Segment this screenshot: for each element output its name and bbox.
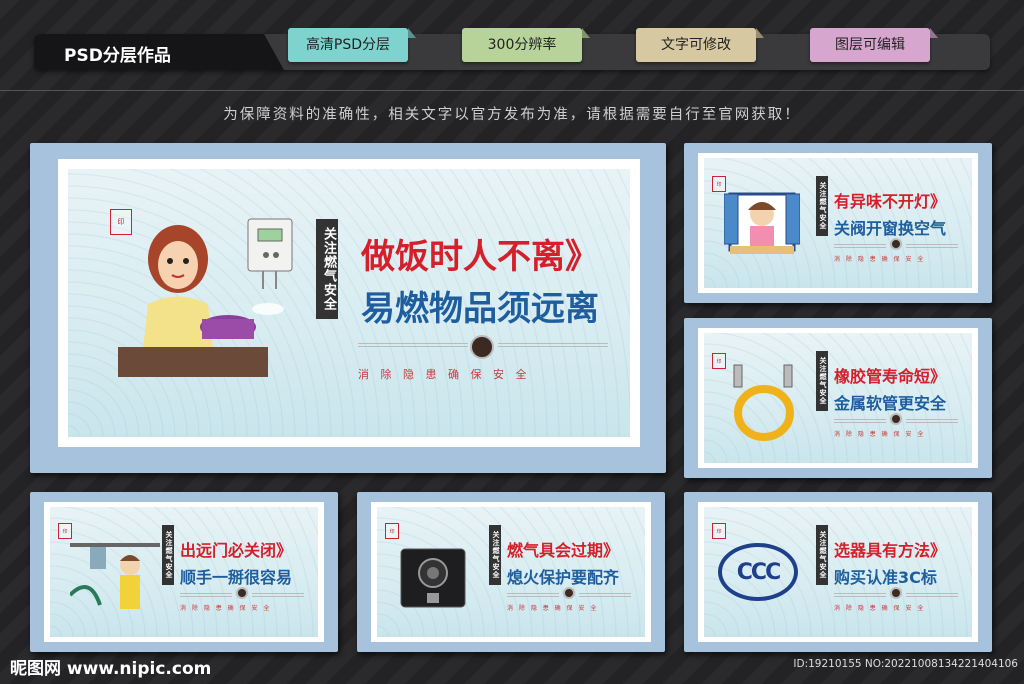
image-id: ID:19210155 NO:20221008134221404106 (793, 658, 1018, 670)
title-red: 燃气具会过期》 (507, 541, 620, 560)
deco-line-right (579, 593, 631, 597)
title-blue: 熄火保护要配齐 (507, 568, 620, 587)
emblem-icon (890, 587, 902, 599)
tag-resolution: 300分辨率 (462, 28, 582, 62)
board-scene: 印 关注燃气安全 有异味不开灯》 关阀开窗换空气 消 除 隐 患 确 保 安 全 (704, 158, 972, 288)
vertical-caption: 关注燃气安全 (316, 219, 338, 319)
board-scene: 印 关注燃气安全 橡胶管寿命短》 金属软管更安全 消 除 隐 患 确 保 安 全 (704, 333, 972, 463)
main-title-blue: 易燃物品须远离 (361, 289, 599, 329)
deco-line-right (498, 343, 608, 347)
tag-editable-layers: 图层可编辑 (810, 28, 930, 62)
deco-line-left (180, 593, 232, 597)
board-hose: 印 关注燃气安全 橡胶管寿命短》 金属软管更安全 消 除 隐 患 确 保 安 全 (684, 318, 992, 478)
emblem-icon (890, 413, 902, 425)
deco-line-right (906, 244, 958, 248)
board-smell: 印 关注燃气安全 有异味不开灯》 关阀开窗换空气 消 除 隐 患 确 保 安 全 (684, 143, 992, 303)
emblem-icon (890, 238, 902, 250)
main-board: 印 关注燃气安全 做饭时人不离》 易燃物品须远离 消 除 隐 患 确 保 安 全 (30, 143, 666, 473)
title-red: 出远门必关闭》 (180, 541, 293, 560)
tag-hd-psd: 高清PSD分层 (288, 28, 408, 62)
board-scene: 印 CCC 关注燃气安全 选器具有方法》 购买认准3C标 消 除 隐 患 确 保… (704, 507, 972, 637)
gas-stove-illustration (400, 548, 466, 608)
main-title-red: 做饭时人不离》 (361, 237, 599, 277)
title-red: 有异味不开灯》 (834, 192, 947, 211)
emblem-icon (563, 587, 575, 599)
slogan: 消 除 隐 患 确 保 安 全 (834, 605, 926, 612)
title-red: 选器具有方法》 (834, 541, 947, 560)
red-seal: 印 (712, 523, 726, 539)
deco-line-right (906, 419, 958, 423)
divider (0, 90, 1024, 91)
vertical-caption: 关注燃气安全 (816, 176, 828, 236)
slogan: 消 除 隐 患 确 保 安 全 (180, 605, 272, 612)
slogan: 消 除 隐 患 确 保 安 全 (834, 256, 926, 263)
emblem-icon (470, 335, 494, 359)
deco-line-right (252, 593, 304, 597)
deco-line-left (834, 419, 886, 423)
deco-line-left (834, 244, 886, 248)
red-seal: 印 (385, 523, 399, 539)
slogan: 消 除 隐 患 确 保 安 全 (834, 431, 926, 438)
vertical-caption: 关注燃气安全 (816, 351, 828, 411)
title-blue: 顺手一掰很容易 (180, 568, 293, 587)
vertical-caption: 关注燃气安全 (816, 525, 828, 585)
ccc-logo: CCC (718, 543, 798, 601)
woman-cooking-illustration (118, 218, 293, 377)
deco-line-right (906, 593, 958, 597)
notice-text: 为保障资料的准确性，相关文字以官方发布为准，请根据需要自行至官网获取！ (223, 107, 801, 123)
girl-valve-illustration (70, 543, 160, 609)
deco-line-left (507, 593, 559, 597)
slogan: 消 除 隐 患 确 保 安 全 (507, 605, 599, 612)
tag-editable-text: 文字可修改 (636, 28, 756, 62)
board-expiry: 印 关注燃气安全 燃气具会过期》 熄火保护要配齐 消 除 隐 患 确 保 安 全 (357, 492, 665, 652)
title-blue: 金属软管更安全 (834, 394, 947, 413)
title-blue: 购买认准3C标 (834, 568, 937, 587)
main-slogan: 消 除 隐 患 确 保 安 全 (358, 368, 531, 381)
site-logo[interactable]: 昵图网 www.nipic.com (10, 654, 211, 679)
main-board-scene: 印 关注燃气安全 做饭时人不离》 易燃物品须远离 消 除 隐 患 确 保 安 全 (68, 169, 630, 437)
vertical-caption: 关注燃气安全 (489, 525, 501, 585)
gas-hose-illustration (733, 364, 794, 441)
board-away: 印 关注燃气安全 出远门必关闭》 顺手一掰很容易 消 除 隐 患 确 保 安 全 (30, 492, 338, 652)
girl-window-illustration (724, 192, 800, 254)
deco-line-left (358, 343, 468, 347)
board-scene: 印 关注燃气安全 燃气具会过期》 熄火保护要配齐 消 除 隐 患 确 保 安 全 (377, 507, 645, 637)
title-red: 橡胶管寿命短》 (834, 367, 947, 386)
title-blue: 关阀开窗换空气 (834, 219, 947, 238)
board-3c: 印 CCC 关注燃气安全 选器具有方法》 购买认准3C标 消 除 隐 患 确 保… (684, 492, 992, 652)
board-scene: 印 关注燃气安全 出远门必关闭》 顺手一掰很容易 消 除 隐 患 确 保 安 全 (50, 507, 318, 637)
deco-line-left (834, 593, 886, 597)
emblem-icon (236, 587, 248, 599)
brand-title: PSD分层作品 (64, 46, 171, 66)
vertical-caption: 关注燃气安全 (162, 525, 174, 585)
